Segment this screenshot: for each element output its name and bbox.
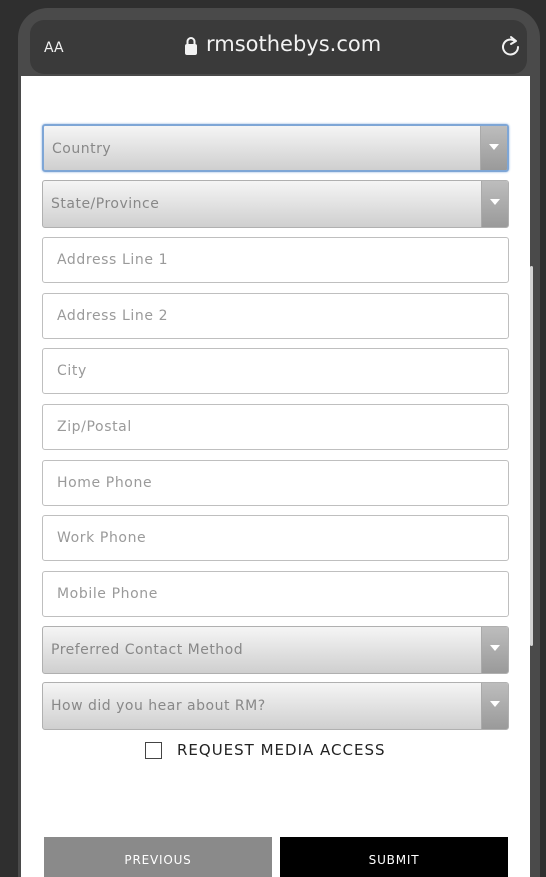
mobile-phone-field[interactable]: [42, 571, 509, 617]
phone-frame: AA rmsothebys.com Country State/Province: [18, 8, 540, 877]
address-bar[interactable]: AA rmsothebys.com: [30, 20, 527, 74]
previous-button[interactable]: PREVIOUS: [44, 837, 272, 877]
state-select-label: State/Province: [51, 196, 160, 212]
home-phone-field[interactable]: [42, 460, 509, 506]
country-select[interactable]: Country: [42, 124, 509, 172]
media-access-checkbox[interactable]: [145, 742, 162, 759]
address-line-1-field[interactable]: [42, 237, 509, 283]
web-page: Country State/Province Preferred: [21, 76, 533, 877]
address-line-1-input[interactable]: [43, 238, 508, 282]
text-size-button[interactable]: AA: [44, 35, 64, 57]
address-line-2-field[interactable]: [42, 293, 509, 339]
contact-method-select[interactable]: Preferred Contact Method: [42, 626, 509, 674]
state-select[interactable]: State/Province: [42, 180, 509, 228]
submit-button[interactable]: SUBMIT: [280, 837, 508, 877]
chevron-down-icon: [481, 627, 508, 673]
chevron-down-icon: [480, 126, 507, 170]
media-access-label[interactable]: REQUEST MEDIA ACCESS: [177, 741, 386, 759]
reload-icon[interactable]: [500, 34, 522, 58]
city-input[interactable]: [43, 349, 508, 393]
work-phone-input[interactable]: [43, 516, 508, 560]
text-size-label: AA: [44, 40, 64, 56]
zip-input[interactable]: [43, 405, 508, 449]
work-phone-field[interactable]: [42, 515, 509, 561]
country-select-label: Country: [52, 141, 112, 157]
home-phone-input[interactable]: [43, 461, 508, 505]
chevron-down-icon: [481, 181, 508, 227]
chevron-down-icon: [481, 683, 508, 729]
lock-icon: [185, 37, 197, 55]
zip-field[interactable]: [42, 404, 509, 450]
contact-method-label: Preferred Contact Method: [51, 642, 244, 658]
referral-source-select[interactable]: How did you hear about RM?: [42, 682, 509, 730]
mobile-phone-input[interactable]: [43, 572, 508, 616]
scrollbar[interactable]: [530, 266, 533, 646]
url-text[interactable]: rmsothebys.com: [206, 32, 381, 56]
address-line-2-input[interactable]: [43, 294, 508, 338]
referral-source-label: How did you hear about RM?: [51, 698, 266, 714]
city-field[interactable]: [42, 348, 509, 394]
